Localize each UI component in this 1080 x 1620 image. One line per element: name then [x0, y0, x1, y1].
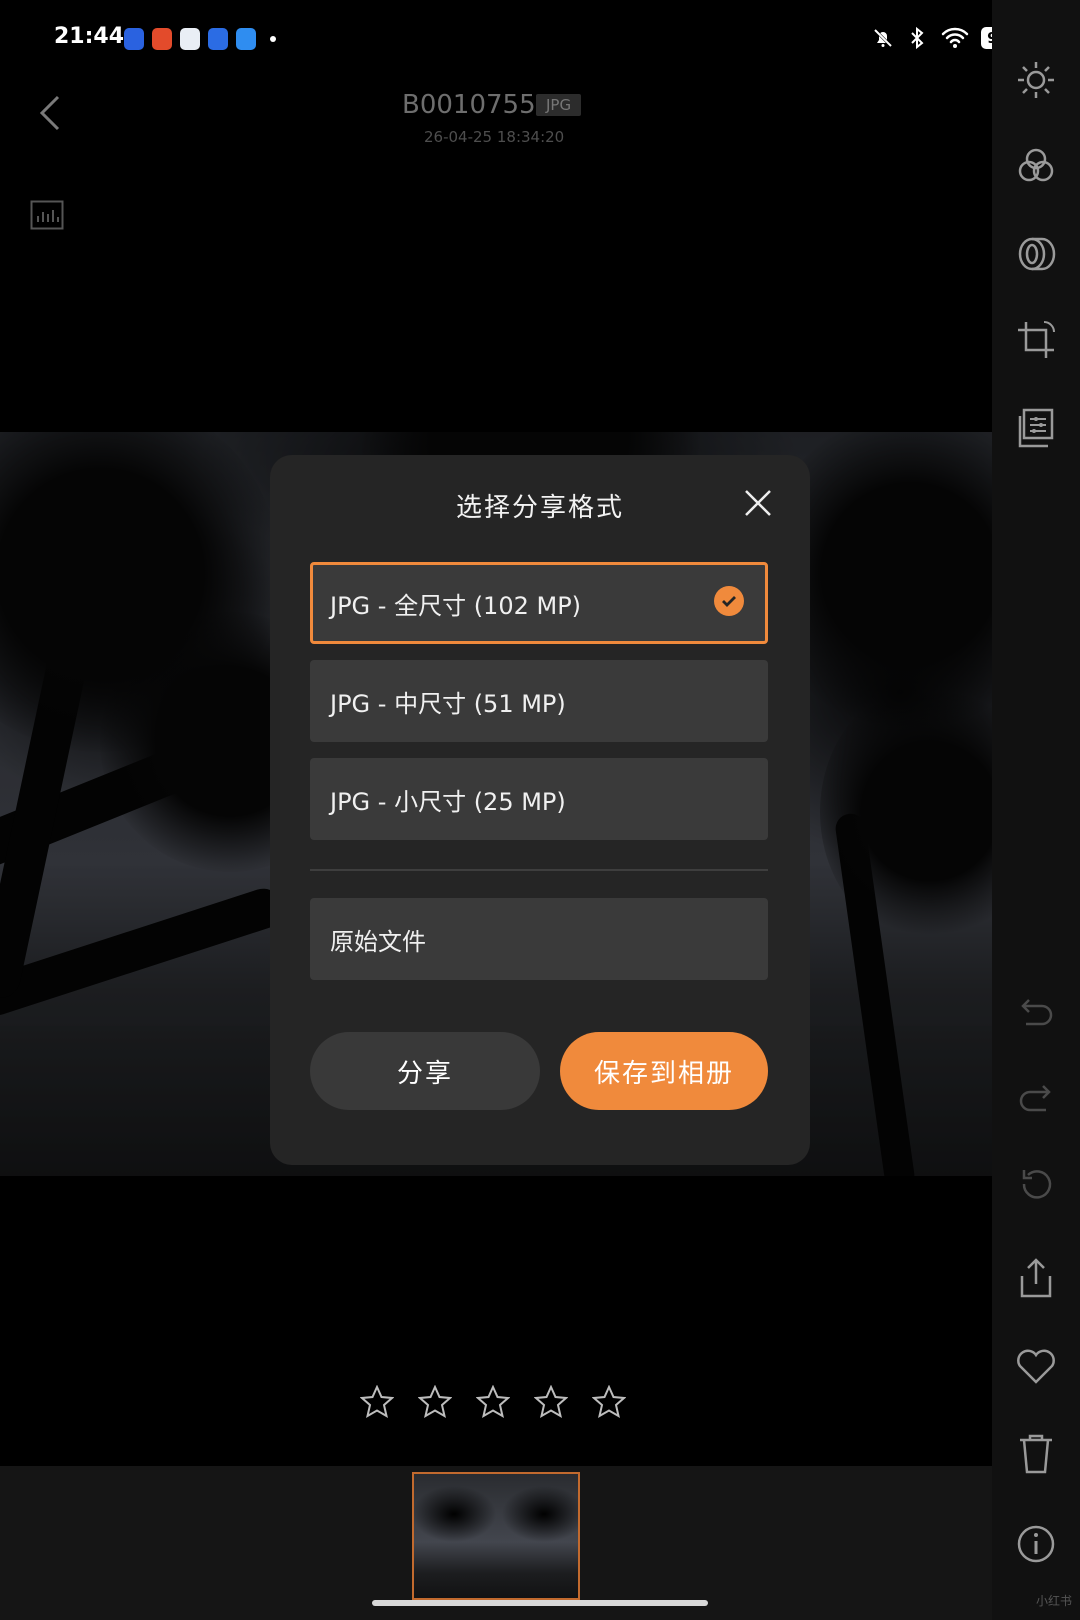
crop-tool-button[interactable]	[1010, 314, 1062, 366]
share-tool-button[interactable]	[1010, 1252, 1062, 1304]
chevron-left-icon	[39, 95, 60, 131]
star-icon[interactable]	[418, 1385, 452, 1419]
filmstrip-thumbnail-selected[interactable]	[412, 1472, 580, 1600]
info-button[interactable]	[1010, 1518, 1062, 1570]
option-label: JPG - 全尺寸 (102 MP)	[330, 591, 582, 620]
wifi-icon	[941, 27, 969, 48]
color-mix-icon	[1018, 148, 1054, 182]
mute-icon	[873, 27, 894, 49]
share-icon	[1020, 1258, 1052, 1298]
watermark: 小红书	[1036, 1594, 1073, 1608]
delete-icon	[1020, 1434, 1052, 1474]
status-time: 21:44	[54, 24, 125, 49]
option-jpg-small[interactable]: JPG - 小尺寸 (25 MP)	[310, 758, 768, 840]
lens-icon	[1018, 237, 1056, 271]
brightness-tool-button[interactable]	[1010, 54, 1062, 106]
undo-button[interactable]	[1010, 986, 1062, 1038]
favorite-button[interactable]	[1010, 1340, 1062, 1392]
option-raw-file[interactable]: 原始文件	[310, 898, 768, 980]
histogram-icon	[30, 200, 64, 230]
close-button[interactable]	[742, 487, 774, 519]
favorite-icon	[1017, 1349, 1055, 1384]
option-label: JPG - 中尺寸 (51 MP)	[330, 689, 566, 718]
info-icon	[1017, 1525, 1055, 1563]
app-icon-red	[152, 28, 172, 50]
color-mix-tool-button[interactable]	[1010, 140, 1062, 192]
app-icon-play	[236, 28, 256, 50]
share-format-dialog: 选择分享格式 JPG - 全尺寸 (102 MP) JPG - 中尺寸 (51 …	[270, 455, 810, 1165]
brightness-icon	[1018, 62, 1054, 98]
save-to-album-button[interactable]: 保存到相册	[560, 1032, 768, 1110]
option-label: JPG - 小尺寸 (25 MP)	[330, 787, 566, 816]
more-notifications-dot	[270, 36, 276, 42]
delete-button[interactable]	[1010, 1428, 1062, 1480]
right-toolbar	[992, 0, 1080, 1620]
app-icon-blue-cube	[124, 28, 144, 50]
redo-button[interactable]	[1010, 1072, 1062, 1124]
photo-title: B0010755	[402, 90, 536, 120]
close-icon	[745, 490, 771, 516]
check-icon	[714, 586, 744, 616]
photo-date: 26-04-25 18:34:20	[424, 128, 565, 146]
histogram-button[interactable]	[30, 200, 64, 230]
app-icon-blue-shield	[208, 28, 228, 50]
app-icon-white	[180, 28, 200, 50]
share-button[interactable]: 分享	[310, 1032, 540, 1110]
star-icon[interactable]	[534, 1385, 568, 1419]
option-label: 原始文件	[330, 927, 426, 956]
star-icon[interactable]	[360, 1385, 394, 1419]
home-indicator[interactable]	[372, 1600, 708, 1606]
redo-icon	[1019, 1085, 1051, 1112]
option-jpg-full[interactable]: JPG - 全尺寸 (102 MP)	[310, 562, 768, 644]
dialog-title: 选择分享格式	[455, 493, 624, 523]
crop-icon	[1018, 321, 1055, 358]
presets-tool-button[interactable]	[1010, 402, 1062, 454]
star-rating	[360, 1385, 626, 1419]
option-divider	[310, 869, 768, 871]
reset-button[interactable]	[1010, 1158, 1062, 1210]
status-bar: 21:44 92	[0, 0, 1080, 80]
undo-icon	[1021, 999, 1053, 1026]
notification-app-icons	[124, 28, 276, 50]
reset-icon	[1022, 1170, 1052, 1199]
presets-icon	[1018, 408, 1054, 448]
back-button[interactable]	[32, 90, 68, 136]
filmstrip	[0, 1466, 992, 1620]
bluetooth-icon	[911, 26, 924, 50]
star-icon[interactable]	[476, 1385, 510, 1419]
star-icon[interactable]	[592, 1385, 626, 1419]
format-badge: JPG	[536, 94, 582, 116]
lens-tool-button[interactable]	[1010, 228, 1062, 280]
option-jpg-medium[interactable]: JPG - 中尺寸 (51 MP)	[310, 660, 768, 742]
